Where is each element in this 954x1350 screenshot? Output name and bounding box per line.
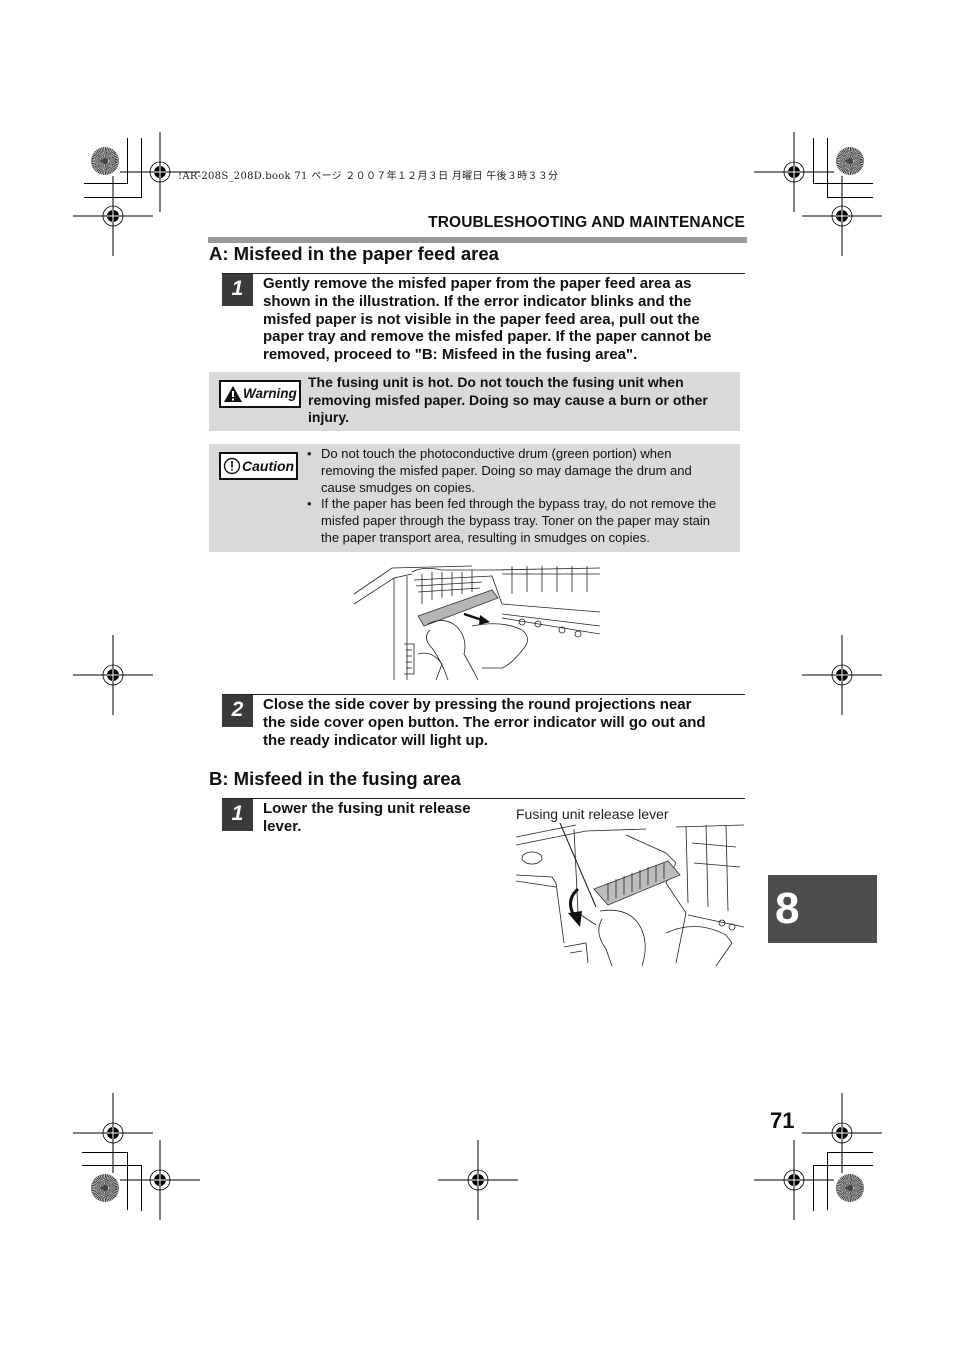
color-rosette-mark (91, 1174, 119, 1202)
fusing-lever-caption: Fusing unit release lever (516, 806, 669, 822)
step-number: 1 (222, 799, 253, 831)
step-rule (222, 694, 745, 695)
warning-box: Warning The fusing unit is hot. Do not t… (209, 372, 740, 431)
registration-mark-icon (120, 1140, 200, 1220)
color-rosette-mark (836, 1174, 864, 1202)
caution-box: Caution Do not touch the photoconductive… (209, 444, 740, 552)
registration-mark-icon (754, 1140, 834, 1220)
registration-mark-icon (802, 176, 882, 256)
running-head: TROUBLESHOOTING AND MAINTENANCE (428, 214, 745, 231)
section-b-title: B: Misfeed in the fusing area (209, 768, 461, 789)
exclamation-circle-icon (223, 457, 241, 475)
caution-label: Caution (242, 458, 295, 474)
caution-list: Do not touch the photoconductive drum (g… (306, 446, 736, 547)
step-number: 1 (222, 274, 253, 306)
section-a-title: A: Misfeed in the paper feed area (209, 243, 499, 264)
registration-mark-icon (73, 635, 153, 715)
step-rule (222, 273, 745, 274)
registration-mark-icon (802, 635, 882, 715)
registration-mark-icon (73, 176, 153, 256)
caution-item: Do not touch the photoconductive drum (g… (306, 446, 736, 496)
warning-badge: Warning (219, 380, 301, 408)
warning-label: Warning (243, 386, 297, 401)
caution-badge: Caution (219, 452, 299, 480)
caution-item: If the paper has been fed through the by… (306, 496, 736, 546)
step-a2-text: Close the side cover by pressing the rou… (263, 696, 706, 749)
warning-triangle-icon (224, 386, 242, 402)
step-a1-text: Gently remove the misfed paper from the … (263, 275, 712, 364)
step-rule (222, 798, 745, 799)
step-b1-text: Lower the fusing unit release lever. (263, 800, 471, 835)
chapter-tab: 8 (768, 875, 877, 943)
page-number: 71 (770, 1108, 795, 1133)
warning-text: The fusing unit is hot. Do not touch the… (308, 374, 708, 426)
color-rosette-mark (91, 147, 119, 175)
print-slug: !AR-208S_208D.book 71 ページ ２００７年１２月３日 月曜日… (178, 171, 559, 182)
color-rosette-mark (836, 147, 864, 175)
step-number: 2 (222, 695, 253, 727)
paper-feed-misfeed-illustration (353, 565, 600, 680)
fusing-unit-illustration (516, 823, 744, 966)
registration-mark-icon (438, 1140, 518, 1220)
